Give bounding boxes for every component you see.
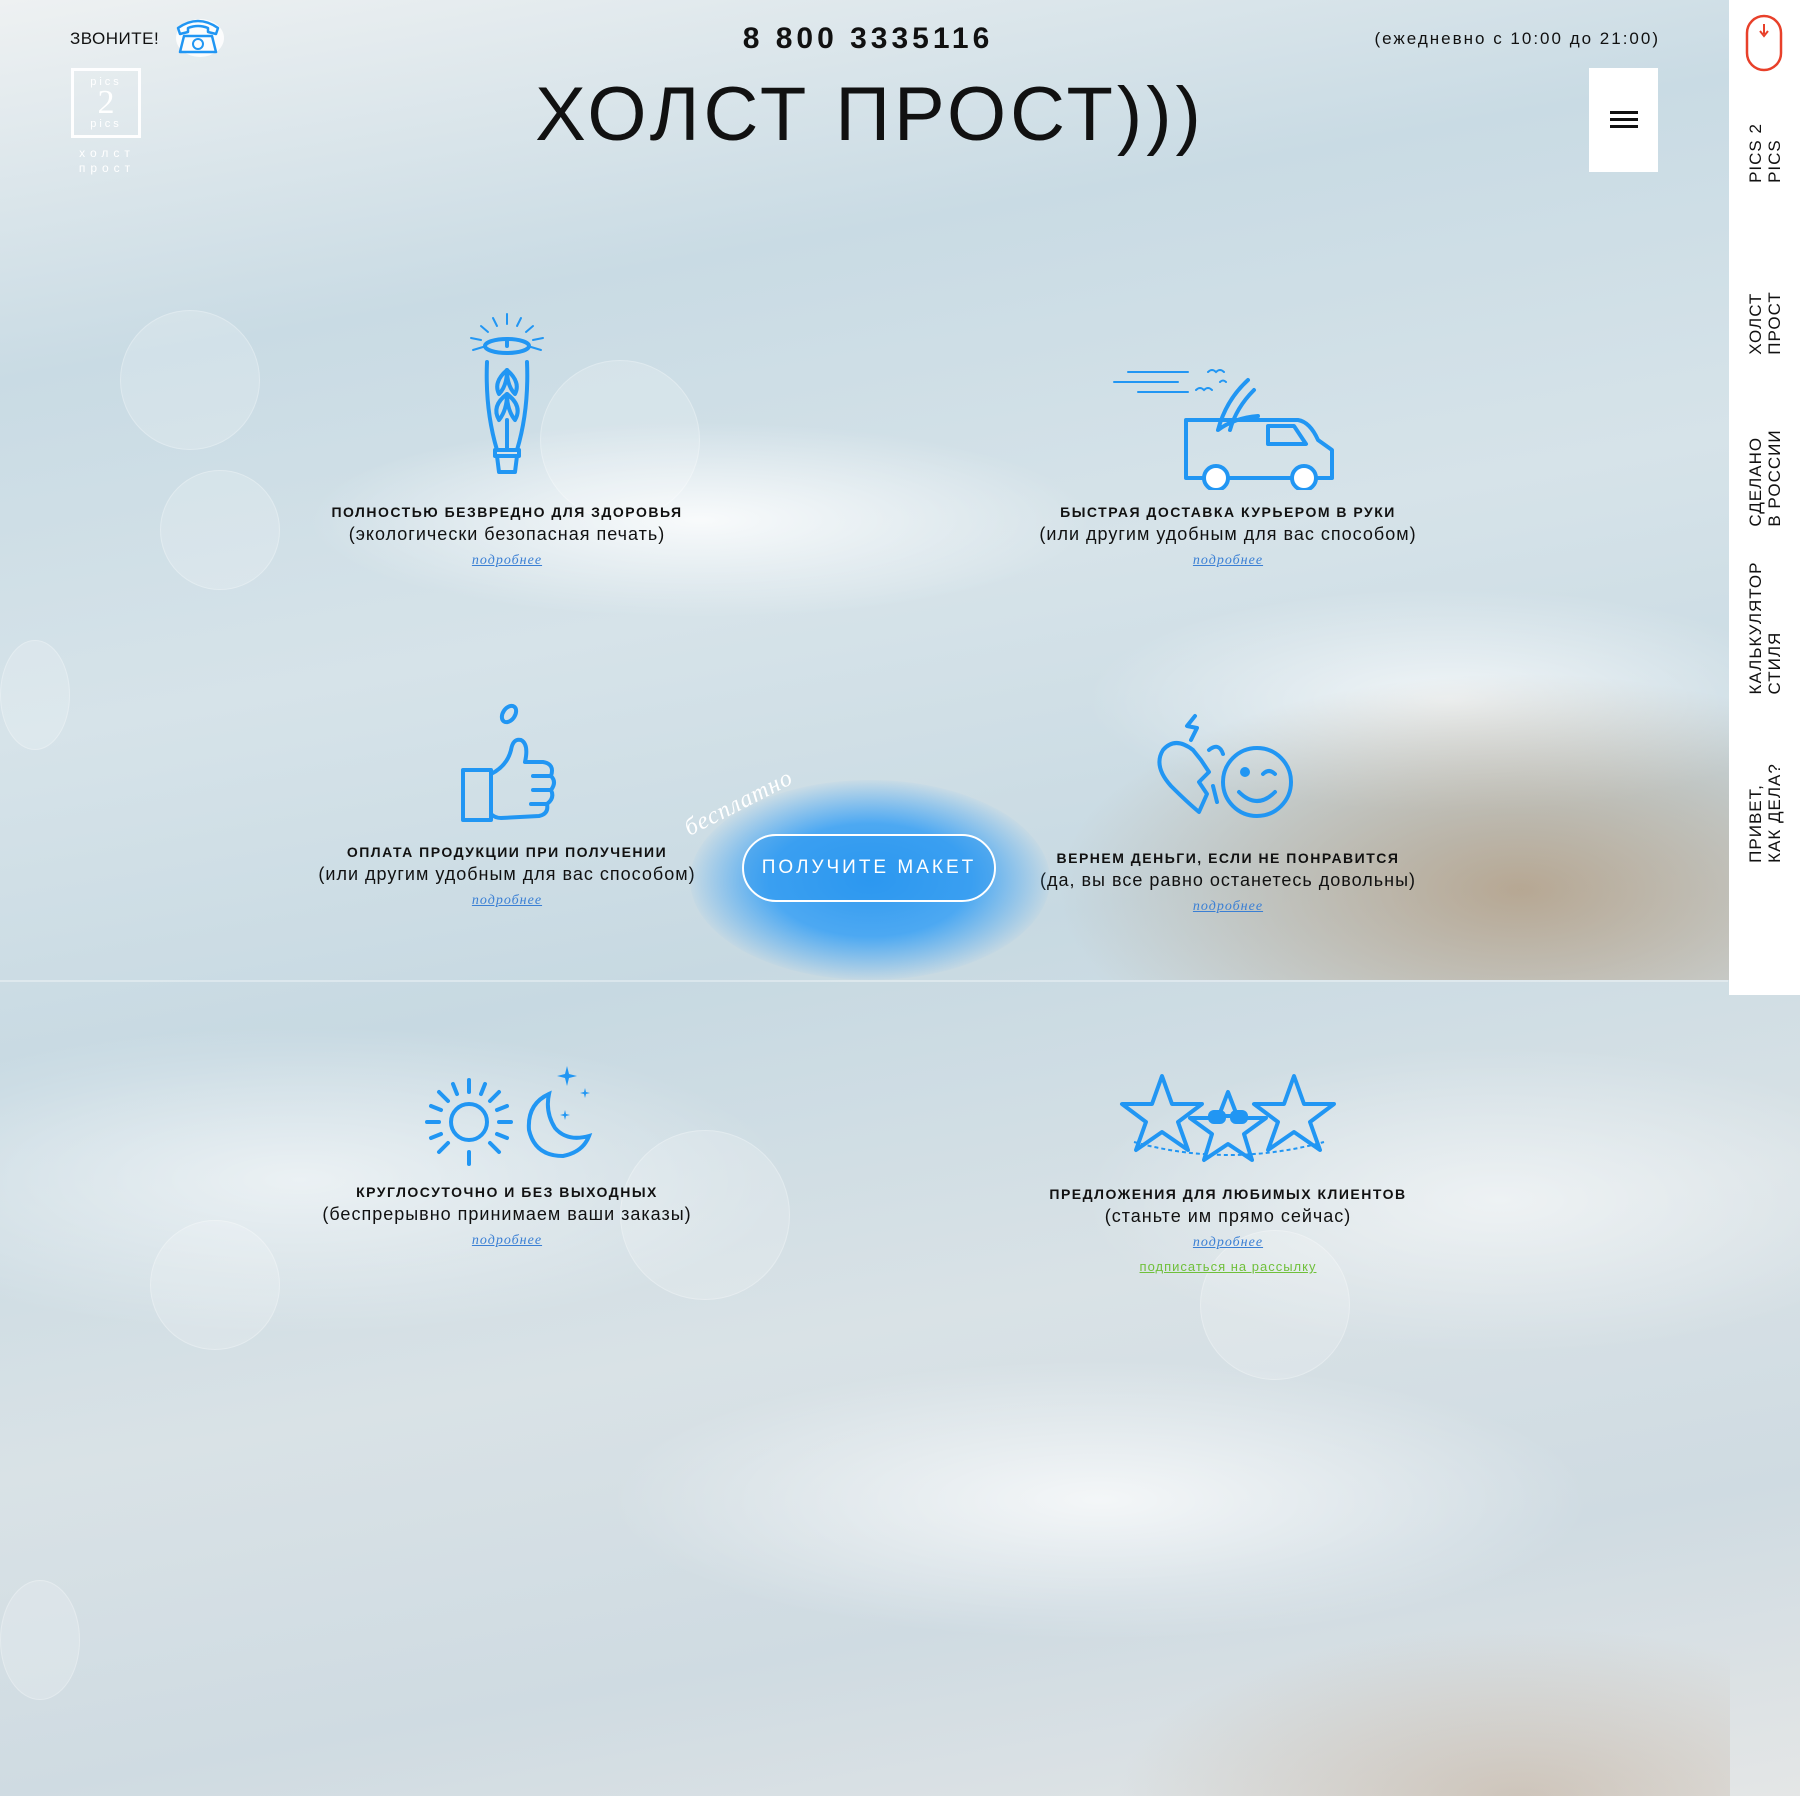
logo-caption-line2: прост <box>78 161 136 175</box>
feature-subtitle: (экологически безопасная печать) <box>348 524 666 544</box>
heart-smile-icon <box>1157 714 1293 818</box>
side-nav: PICS 2 PICS ХОЛСТ ПРОСТ СДЕЛАНО В РОССИИ… <box>1729 0 1800 995</box>
logo-number: 2 <box>97 84 115 121</box>
side-nav-label: КАЛЬКУЛЯТОР СТИЛЯ <box>1745 561 1784 694</box>
call-label: ЗВОНИТЕ! <box>70 29 160 48</box>
feature-more-link[interactable]: подробнее <box>1193 1235 1263 1251</box>
feature-24-7: КРУГЛОСУТОЧНО И БЕЗ ВЫХОДНЫХ (беспрерывн… <box>267 1060 747 1249</box>
feature-title: ПРЕДЛОЖЕНИЯ ДЛЯ ЛЮБИМЫХ КЛИЕНТОВ <box>1049 1186 1407 1202</box>
feature-title: ПОЛНОСТЬЮ БЕЗВРЕДНО ДЛЯ ЗДОРОВЬЯ <box>331 504 683 520</box>
bokeh-circle <box>0 640 70 750</box>
get-layout-button[interactable]: ПОЛУЧИТЕ МАКЕТ <box>742 834 996 902</box>
thumbs-up-icon <box>461 703 556 822</box>
scroll-mouse-icon[interactable] <box>1745 14 1783 72</box>
feature-subtitle: (беспрерывно принимаем ваши заказы) <box>322 1204 692 1224</box>
feature-subtitle: (или другим удобным для вас способом) <box>318 864 696 884</box>
feature-subtitle: (да, вы все равно останетесь довольны) <box>1039 870 1416 890</box>
background-sand-lower <box>1000 1500 1730 1796</box>
feature-more-link[interactable]: подробнее <box>472 1233 542 1249</box>
feature-title: БЫСТРАЯ ДОСТАВКА КУРЬЕРОМ В РУКИ <box>1060 504 1396 520</box>
bokeh-circle <box>120 310 260 450</box>
delivery-van-icon <box>1113 369 1334 490</box>
stars-icon <box>1120 1074 1336 1162</box>
side-nav-label: ПРИВЕТ, КАК ДЕЛА? <box>1745 762 1784 863</box>
side-nav-item-style-calculator[interactable]: КАЛЬКУЛЯТОР СТИЛЯ <box>1729 555 1800 700</box>
logo-caption: холст прост <box>71 146 143 176</box>
feature-loyal-clients: ПРЕДЛОЖЕНИЯ ДЛЯ ЛЮБИМЫХ КЛИЕНТОВ (станьт… <box>988 1068 1468 1275</box>
hamburger-icon <box>1609 111 1638 129</box>
feature-title: ОПЛАТА ПРОДУКЦИИ ПРИ ПОЛУЧЕНИИ <box>346 844 668 860</box>
feature-more-link[interactable]: подробнее <box>1193 899 1263 915</box>
section-divider <box>0 980 1728 982</box>
side-nav-label: СДЕЛАНО В РОССИИ <box>1745 428 1784 527</box>
feature-eco: ПОЛНОСТЬЮ БЕЗВРЕДНО ДЛЯ ЗДОРОВЬЯ (эколог… <box>267 310 747 569</box>
feature-money-back: ВЕРНЕМ ДЕНЬГИ, ЕСЛИ НЕ ПОНРАВИТСЯ (да, в… <box>988 706 1468 915</box>
feature-payment: ОПЛАТА ПРОДУКЦИИ ПРИ ПОЛУЧЕНИИ (или друг… <box>267 700 747 909</box>
sun-moon-icon <box>425 1066 593 1166</box>
feature-more-link[interactable]: подробнее <box>1193 553 1263 569</box>
side-nav-item-made-in-russia[interactable]: СДЕЛАНО В РОССИИ <box>1729 420 1800 535</box>
side-nav-item-holst-prost[interactable]: ХОЛСТ ПРОСТ <box>1729 270 1800 375</box>
phone-number[interactable]: 8 800 3335116 <box>700 22 1036 56</box>
side-nav-label: ХОЛСТ ПРОСТ <box>1745 290 1784 355</box>
bokeh-circle <box>160 470 280 590</box>
working-hours: (ежедневно с 10:00 до 21:00) <box>1374 29 1660 48</box>
bokeh-circle <box>150 1220 280 1350</box>
subscribe-link[interactable]: подписаться на рассылку <box>1140 1259 1317 1274</box>
telephone-icon[interactable] <box>170 12 226 60</box>
side-nav-item-hello[interactable]: ПРИВЕТ, КАК ДЕЛА? <box>1729 755 1800 870</box>
side-nav-label: PICS 2 PICS <box>1745 122 1784 183</box>
feature-title: ВЕРНЕМ ДЕНЬГИ, ЕСЛИ НЕ ПОНРАВИТСЯ <box>1056 850 1400 866</box>
menu-button[interactable] <box>1589 68 1658 172</box>
logo-text-bottom: pics <box>90 118 122 130</box>
site-title: ХОЛСТ ПРОСТ))) <box>535 72 1205 157</box>
feature-title: КРУГЛОСУТОЧНО И БЕЗ ВЫХОДНЫХ <box>356 1184 658 1200</box>
site-logo[interactable]: pics 2 pics <box>71 68 141 138</box>
feature-subtitle: (или другим удобным для вас способом) <box>1039 524 1417 544</box>
bokeh-circle <box>0 1580 80 1700</box>
logo-caption-line1: холст <box>79 146 135 160</box>
feature-more-link[interactable]: подробнее <box>472 893 542 909</box>
feature-delivery: БЫСТРАЯ ДОСТАВКА КУРЬЕРОМ В РУКИ (или др… <box>988 360 1468 569</box>
feature-more-link[interactable]: подробнее <box>472 553 542 569</box>
side-nav-item-pics2pics[interactable]: PICS 2 PICS <box>1729 110 1800 195</box>
feature-subtitle: (станьте им прямо сейчас) <box>1104 1206 1352 1226</box>
eco-plant-icon <box>470 313 544 474</box>
